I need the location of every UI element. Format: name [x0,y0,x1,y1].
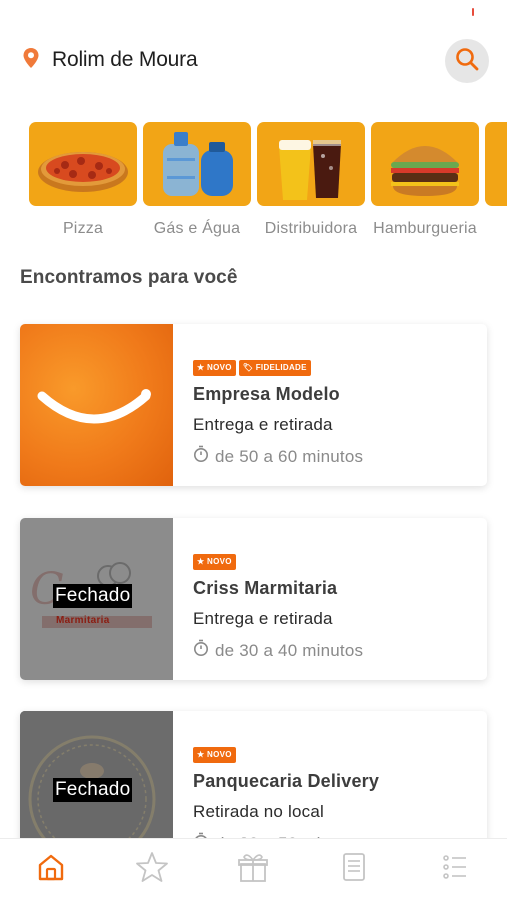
drinks-image [257,122,365,206]
tab-menu[interactable] [435,849,475,889]
closed-label: Fechado [53,584,133,608]
section-title: Encontramos para você [20,267,238,288]
pizza-image [29,122,137,206]
store-logo: C Marmitaria Fechado [20,518,173,680]
category-more[interactable] [485,122,507,206]
store-delivery-time: de 30 a 40 minutos [193,639,477,662]
burger-image [371,122,479,206]
store-badges: ★ NOVO [193,747,477,763]
store-badges: ★ NOVO [193,554,477,570]
tab-favorites[interactable] [132,849,172,889]
store-name: Empresa Modelo [193,384,340,404]
badge-loyalty: 🏷 FIDELIDADE [238,360,311,376]
location-header: Rolim de Moura [0,38,507,84]
location-pin-icon [22,47,40,69]
status-indicator [472,8,474,16]
store-delivery-mode: Retirada no local [193,802,324,821]
store-info: ★ NOVO Criss Marmitaria Entrega e retira… [193,554,477,662]
store-name: Panquecaria Delivery [193,771,380,791]
timer-icon [193,639,209,662]
store-info: ★ NOVO 🏷 FIDELIDADE Empresa Modelo Entre… [193,360,477,468]
store-delivery-time: de 50 a 60 minutos [193,445,477,468]
gift-icon [235,849,271,890]
category-label: Gás e Água [153,220,241,237]
store-delivery-mode: Entrega e retirada [193,415,333,434]
store-badges: ★ NOVO 🏷 FIDELIDADE [193,360,477,376]
category-pizza[interactable]: Pizza [29,122,137,238]
store-logo-text: Marmitaria [56,615,110,626]
store-card[interactable]: C Marmitaria Fechado ★ NOVO Criss Marmit… [20,518,487,680]
search-icon [454,46,480,77]
closed-label: Fechado [53,778,133,802]
store-logo [20,324,173,486]
badge-new: ★ NOVO [193,747,236,763]
home-icon [34,850,68,889]
bottom-tab-bar [0,838,507,900]
category-drinks[interactable]: Distribuidora [257,122,365,238]
receipt-icon [337,850,371,889]
category-label: Pizza [62,220,104,237]
badge-new: ★ NOVO [193,554,236,570]
category-burger[interactable]: Hamburgueria [371,122,479,238]
star-icon [134,849,170,890]
category-carousel[interactable]: Pizza Gás e Água Distribuidora Hamburgue… [29,122,507,242]
list-icon [438,850,472,889]
store-delivery-mode: Entrega e retirada [193,609,333,628]
category-label: Hamburgueria [373,220,477,237]
store-time-text: de 30 a 40 minutos [215,640,364,660]
tab-orders[interactable] [334,849,374,889]
badge-new: ★ NOVO [193,360,236,376]
city-selector[interactable]: Rolim de Moura [52,48,198,72]
gas-water-image [143,122,251,206]
store-time-text: de 50 a 60 minutos [215,446,364,466]
tab-home[interactable] [31,849,71,889]
category-label: Distribuidora [264,220,358,237]
store-card[interactable]: ★ NOVO 🏷 FIDELIDADE Empresa Modelo Entre… [20,324,487,486]
category-gas-water[interactable]: Gás e Água [143,122,251,238]
tab-rewards[interactable] [233,849,273,889]
category-image [485,122,507,206]
store-name: Criss Marmitaria [193,578,338,598]
timer-icon [193,445,209,468]
search-button[interactable] [445,39,489,83]
